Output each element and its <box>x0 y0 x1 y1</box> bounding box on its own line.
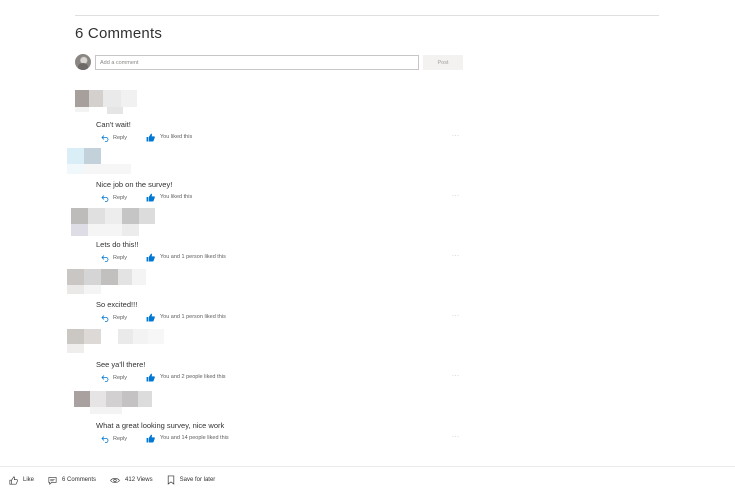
thumbs-up-icon[interactable] <box>146 193 155 202</box>
comment-item: Lets do this!! Reply You and 1 person li… <box>67 208 467 268</box>
likes-text: You and 1 person liked this <box>160 314 226 320</box>
comment-actions: Reply You and 14 people liked this ··· <box>101 434 471 444</box>
comment-text: Lets do this!! <box>96 240 139 249</box>
reply-button[interactable]: Reply <box>101 314 127 322</box>
comment-item: What a great looking survey, nice work R… <box>67 391 467 449</box>
likes-text: You liked this <box>160 194 193 200</box>
comment-icon <box>48 476 57 485</box>
likes-text: You liked this <box>160 134 193 140</box>
commenter-avatar-blurred <box>67 329 167 358</box>
more-options-button[interactable]: ··· <box>452 253 460 259</box>
comment-item: So excited!!! Reply You and 1 person lik… <box>67 269 467 328</box>
comment-text: Nice job on the survey! <box>96 180 173 189</box>
commenter-avatar-blurred <box>67 208 167 238</box>
comment-text: Can't wait! <box>96 120 131 129</box>
reply-icon <box>101 375 109 382</box>
thumbs-up-icon[interactable] <box>146 434 155 443</box>
thumbs-up-icon[interactable] <box>146 313 155 322</box>
thumbs-up-outline-icon <box>9 476 18 484</box>
reply-label: Reply <box>113 315 128 321</box>
reply-icon <box>101 195 109 202</box>
eye-icon <box>110 477 120 483</box>
views-count: 412 Views <box>110 476 153 485</box>
reply-icon <box>101 135 109 142</box>
footer-divider <box>0 466 735 467</box>
comment-text: What a great looking survey, nice work <box>96 421 225 430</box>
more-options-button[interactable]: ··· <box>452 193 460 199</box>
reply-button[interactable]: Reply <box>101 374 127 382</box>
views-count-label: 412 Views <box>125 477 153 483</box>
commenter-avatar-blurred <box>67 391 167 419</box>
reply-icon <box>101 315 109 322</box>
thumbs-up-icon[interactable] <box>146 253 155 262</box>
commenter-avatar-blurred <box>67 269 167 298</box>
likes-text: You and 14 people liked this <box>160 435 229 441</box>
reply-label: Reply <box>113 436 128 442</box>
comments-heading: 6 Comments <box>75 25 163 42</box>
reply-label: Reply <box>113 255 128 261</box>
current-user-avatar <box>75 54 91 70</box>
save-for-later-button[interactable]: Save for later <box>167 475 216 485</box>
page-footer-actions: Like 6 Comments 412 Views Save for later <box>9 474 229 486</box>
comment-item: Can't wait! Reply You liked this ··· <box>67 90 467 148</box>
like-page-label: Like <box>23 477 35 483</box>
comment-actions: Reply You liked this ··· <box>101 133 471 143</box>
reply-label: Reply <box>113 375 128 381</box>
comment-item: See ya'll there! Reply You and 2 people … <box>67 329 467 388</box>
save-for-later-label: Save for later <box>179 477 216 483</box>
reply-icon <box>101 436 109 443</box>
comment-actions: Reply You liked this ··· <box>101 193 471 203</box>
post-button[interactable]: Post <box>423 55 463 70</box>
thumbs-up-icon[interactable] <box>146 133 155 142</box>
more-options-button[interactable]: ··· <box>452 373 460 379</box>
more-options-button[interactable]: ··· <box>452 313 460 319</box>
top-divider <box>75 15 659 16</box>
comment-actions: Reply You and 1 person liked this ··· <box>101 253 471 263</box>
reply-label: Reply <box>113 195 128 201</box>
likes-text: You and 1 person liked this <box>160 254 226 260</box>
commenter-avatar-blurred <box>67 148 167 178</box>
comment-input[interactable] <box>95 55 419 70</box>
comment-text: See ya'll there! <box>96 360 146 369</box>
comment-composer: Post <box>75 54 475 72</box>
reply-button[interactable]: Reply <box>101 254 127 262</box>
like-page-button[interactable]: Like <box>9 476 34 485</box>
comments-count-label: 6 Comments <box>62 477 97 483</box>
more-options-button[interactable]: ··· <box>452 133 460 139</box>
more-options-button[interactable]: ··· <box>452 434 460 440</box>
bookmark-icon <box>167 475 174 485</box>
reply-button[interactable]: Reply <box>101 134 127 142</box>
comment-actions: Reply You and 1 person liked this ··· <box>101 313 471 323</box>
comment-text: So excited!!! <box>96 300 138 309</box>
reply-button[interactable]: Reply <box>101 194 127 202</box>
thumbs-up-icon[interactable] <box>146 373 155 382</box>
commenter-avatar-blurred <box>67 90 167 118</box>
reply-icon <box>101 255 109 262</box>
comment-item: Nice job on the survey! Reply You liked … <box>67 148 467 208</box>
comments-count-button[interactable]: 6 Comments <box>48 476 96 485</box>
reply-button[interactable]: Reply <box>101 435 127 443</box>
comment-actions: Reply You and 2 people liked this ··· <box>101 373 471 383</box>
likes-text: You and 2 people liked this <box>160 374 226 380</box>
reply-label: Reply <box>113 135 128 141</box>
